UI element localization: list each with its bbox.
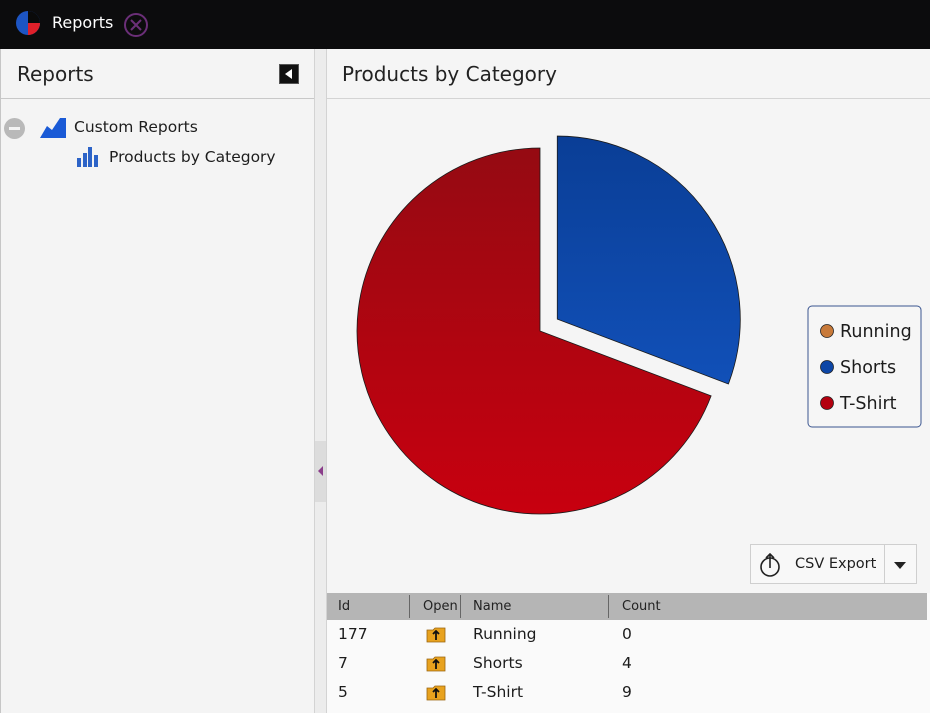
column-header-open[interactable]: Open [423,599,458,614]
open-folder-icon[interactable] [426,655,446,672]
column-divider[interactable] [460,595,461,618]
column-divider[interactable] [608,595,609,618]
csv-export-label: CSV Export [795,556,877,572]
export-icon [760,553,780,577]
tree-item-products-by-category[interactable]: Products by Category [109,148,276,166]
csv-export-dropdown[interactable] [885,544,917,584]
column-header-name[interactable]: Name [473,599,511,614]
bar-chart-icon [77,147,98,167]
collapse-sidebar-button[interactable] [279,64,299,84]
report-title: Products by Category [342,62,557,86]
table-row[interactable]: 177 Running 0 [327,621,927,650]
sidebar-header: Reports [1,49,315,99]
tree-item-custom-reports[interactable]: Custom Reports [74,118,198,136]
legend-label-shorts: Shorts [840,358,896,378]
cell-id: 177 [338,625,368,643]
sidebar-title: Reports [17,62,94,86]
column-header-id[interactable]: Id [338,599,350,614]
cell-name: T-Shirt [473,683,524,701]
open-folder-icon[interactable] [426,684,446,701]
pane-splitter[interactable] [314,49,327,713]
pie-slice-shorts[interactable] [556,135,741,385]
cell-count: 4 [622,654,632,672]
close-tab-icon[interactable] [123,12,149,38]
table-row[interactable]: 7 Shorts 4 [327,650,927,679]
data-grid: Id Open Name Count 177 Running 0 7 Short… [327,593,930,713]
legend-marker-t-shirt [820,396,834,410]
area-chart-icon [40,118,66,138]
cell-count: 9 [622,683,632,701]
grid-header: Id Open Name Count [327,593,927,620]
cell-count: 0 [622,625,632,643]
pie-chart-icon [16,11,40,35]
legend-label-t-shirt: T-Shirt [839,394,897,414]
legend-label-running: Running [840,322,912,342]
splitter-grip[interactable] [315,441,326,502]
cell-id: 5 [338,683,348,701]
legend-marker-shorts [820,360,834,374]
open-folder-icon[interactable] [426,626,446,643]
title-bar: Reports [0,0,930,49]
legend-marker-running [820,324,834,338]
cell-name: Shorts [473,654,523,672]
cell-name: Running [473,625,537,643]
app-title: Reports [52,13,114,32]
cell-id: 7 [338,654,348,672]
pie-chart: Running Shorts T-Shirt [356,135,922,515]
collapse-node-icon[interactable] [4,118,25,139]
csv-export-button[interactable]: CSV Export [750,544,885,584]
column-header-count[interactable]: Count [622,599,661,614]
report-header: Products by Category [327,49,930,99]
report-pane: Products by Category Running Shorts T-Shir… [327,49,930,713]
table-row[interactable]: 5 T-Shirt 9 [327,679,927,708]
column-divider[interactable] [409,595,410,618]
